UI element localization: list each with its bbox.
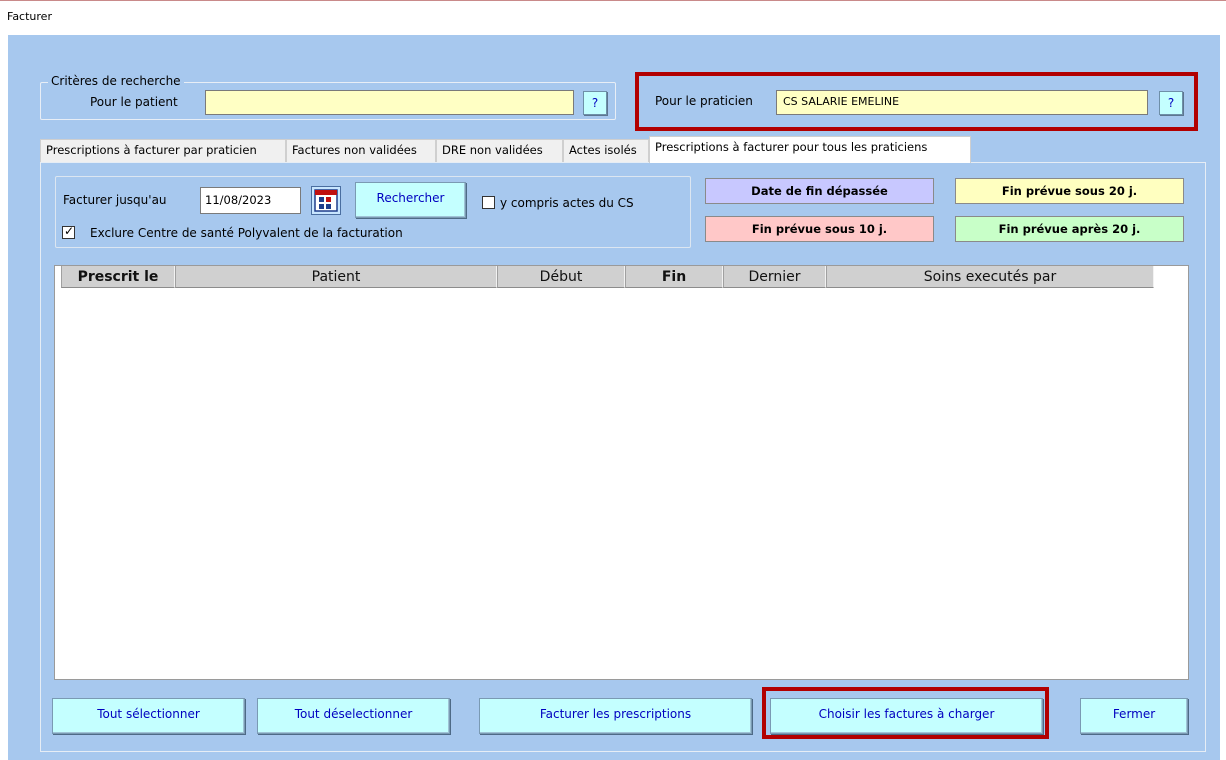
grid-header: Prescrit le Patient Début Fin Dernier So… bbox=[55, 266, 1155, 288]
patient-label: Pour le patient bbox=[90, 95, 178, 109]
column-header-last[interactable]: Dernier bbox=[723, 266, 826, 288]
column-header-start[interactable]: Début bbox=[497, 266, 625, 288]
legend-end-within-20-days: Fin prévue sous 20 j. bbox=[955, 178, 1184, 204]
practitioner-label: Pour le praticien bbox=[655, 94, 753, 108]
practitioner-lookup-button[interactable]: ? bbox=[1159, 91, 1183, 115]
search-button[interactable]: Rechercher bbox=[355, 182, 466, 218]
exclude-center-label: Exclure Centre de santé Polyvalent de la… bbox=[90, 226, 403, 240]
bill-until-label: Facturer jusqu'au bbox=[63, 193, 167, 207]
column-header-care-performed-by[interactable]: Soins executés par bbox=[826, 266, 1154, 288]
close-button[interactable]: Fermer bbox=[1080, 698, 1188, 734]
patient-lookup-button[interactable]: ? bbox=[583, 91, 607, 115]
tab-prescriptions-by-practitioner[interactable]: Prescriptions à facturer par praticien bbox=[40, 139, 286, 162]
tab-unvalidated-invoices[interactable]: Factures non validées bbox=[286, 139, 436, 162]
include-cs-checkbox[interactable] bbox=[482, 196, 495, 209]
deselect-all-button[interactable]: Tout déselectionner bbox=[257, 698, 450, 734]
tab-unvalidated-dre[interactable]: DRE non validées bbox=[436, 139, 563, 162]
calendar-icon bbox=[314, 189, 338, 212]
choose-invoices-highlight bbox=[762, 687, 1049, 739]
practitioner-input[interactable]: CS SALARIE EMELINE bbox=[776, 90, 1148, 115]
prescriptions-grid[interactable]: Prescrit le Patient Début Fin Dernier So… bbox=[54, 265, 1189, 680]
bill-until-date-input[interactable]: 11/08/2023 bbox=[200, 187, 301, 214]
legend-end-date-passed: Date de fin dépassée bbox=[705, 178, 934, 204]
column-header-patient[interactable]: Patient bbox=[175, 266, 497, 288]
tab-prescriptions-all-practitioners[interactable]: Prescriptions à facturer pour tous les p… bbox=[649, 136, 971, 163]
legend-end-after-20-days: Fin prévue après 20 j. bbox=[955, 216, 1184, 242]
include-cs-label: y compris actes du CS bbox=[500, 196, 634, 210]
patient-input[interactable] bbox=[205, 90, 574, 115]
exclude-center-checkbox[interactable]: ✓ bbox=[62, 224, 75, 239]
window-title: Facturer bbox=[7, 10, 52, 23]
select-all-button[interactable]: Tout sélectionner bbox=[52, 698, 245, 734]
column-header-end[interactable]: Fin bbox=[625, 266, 723, 288]
tab-isolated-acts[interactable]: Actes isolés bbox=[563, 139, 649, 162]
column-header-prescribed-on[interactable]: Prescrit le bbox=[61, 266, 175, 288]
bill-prescriptions-button[interactable]: Facturer les prescriptions bbox=[479, 698, 752, 734]
calendar-button[interactable] bbox=[311, 186, 341, 215]
window-top-border bbox=[0, 0, 1226, 1]
checkmark-icon: ✓ bbox=[64, 224, 75, 238]
legend-end-within-10-days: Fin prévue sous 10 j. bbox=[705, 216, 934, 242]
search-criteria-label: Critères de recherche bbox=[48, 74, 184, 88]
